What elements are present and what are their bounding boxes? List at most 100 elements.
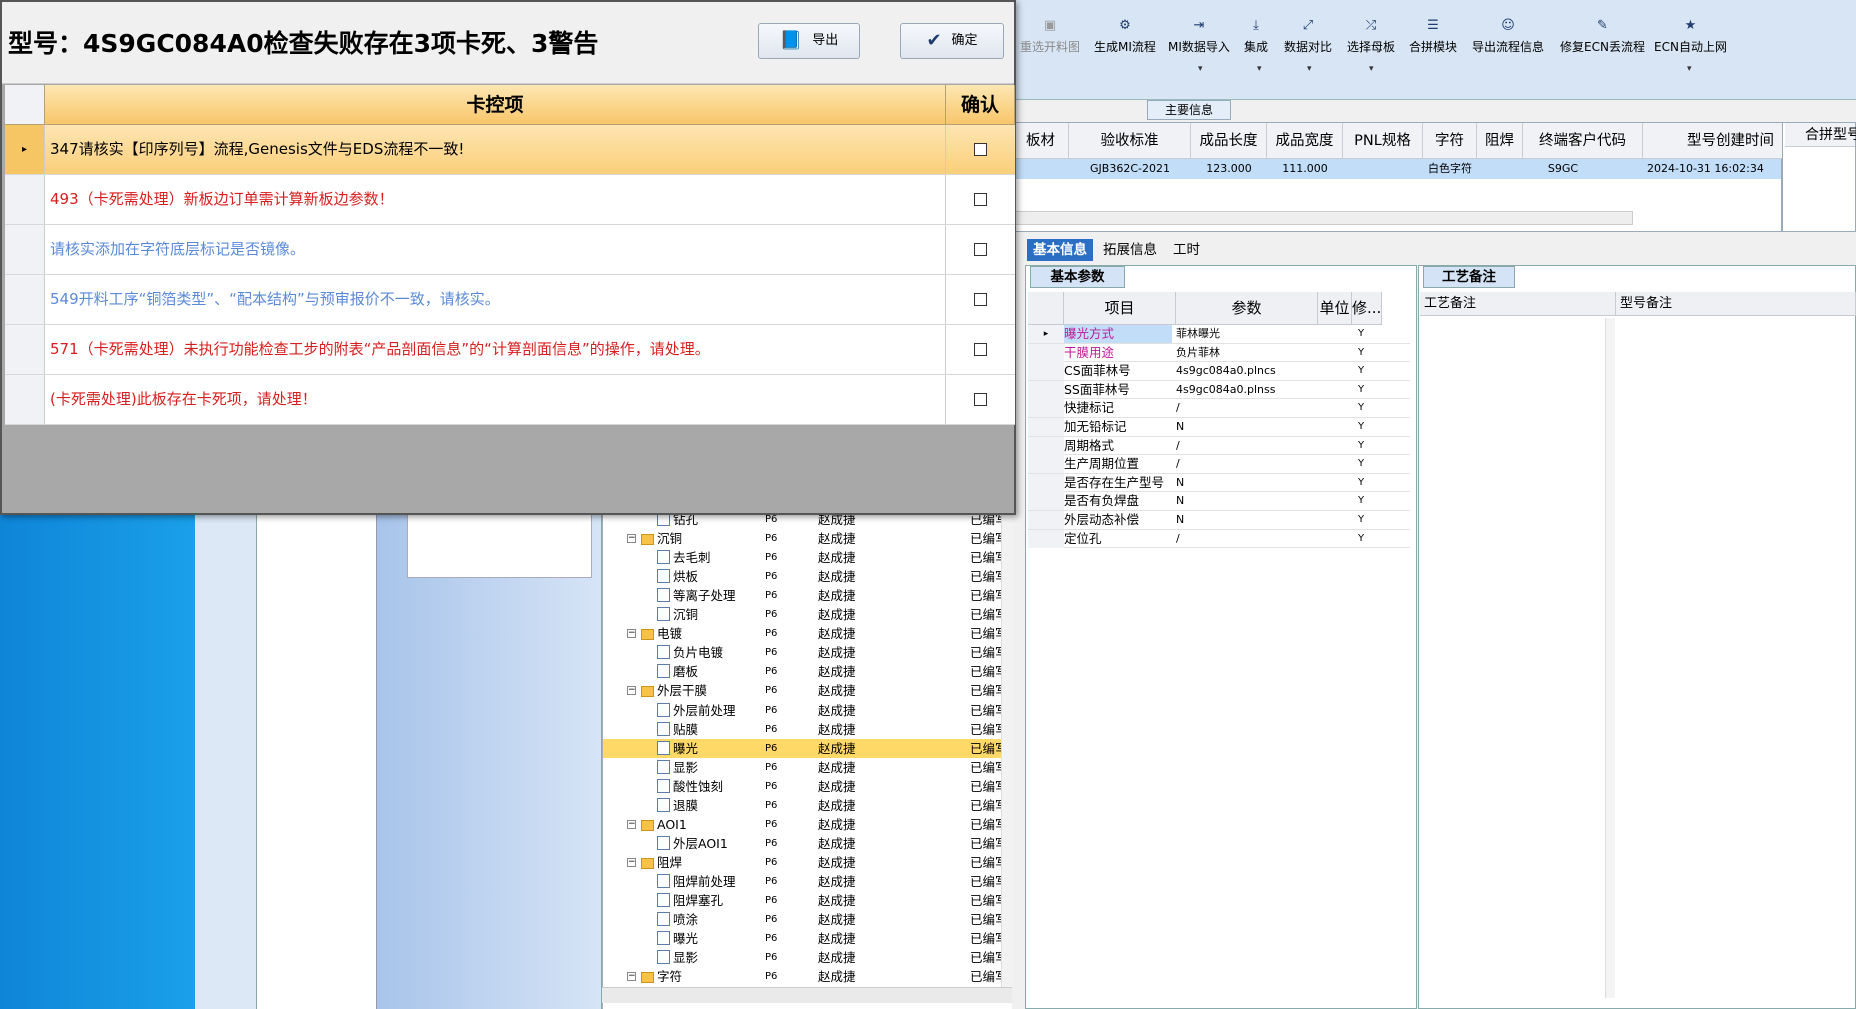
control-item-row[interactable]: 请核实添加在字符底层标记是否镜像。 xyxy=(5,225,1015,275)
header-char[interactable]: 字符 xyxy=(1423,123,1477,159)
param-row[interactable]: 是否有负焊盘 N Y xyxy=(1028,492,1410,511)
tree-node[interactable]: 阻焊前处理 P6 赵成捷 已编写 xyxy=(603,872,1012,891)
header-solder[interactable]: 阻焊 xyxy=(1477,123,1523,159)
control-item-row[interactable]: ▸ 347请核实【印序列号】流程,Genesis文件与EDS流程不一致! xyxy=(5,125,1015,175)
param-value[interactable]: / xyxy=(1176,399,1316,417)
control-item-row[interactable]: 549开料工序“铜箔类型”、“配本结构”与预审报价不一致，请核实。 xyxy=(5,275,1015,325)
param-value[interactable]: N xyxy=(1176,511,1316,529)
toolbar-mi-import-button[interactable]: ⇥ MI数据导入 xyxy=(1168,18,1230,55)
param-row[interactable]: 干膜用途 负片菲林 Y xyxy=(1028,343,1410,363)
collapse-toggle-icon[interactable]: − xyxy=(627,972,636,982)
param-value[interactable]: / xyxy=(1176,437,1316,455)
tree-node[interactable]: 显影 P6 赵成捷 已编写 xyxy=(603,758,1012,777)
param-value[interactable]: 4s9gc084a0.plncs xyxy=(1176,362,1316,380)
param-row[interactable]: CS面菲林号 4s9gc084a0.plncs Y xyxy=(1028,362,1410,381)
header-standard[interactable]: 验收标准 xyxy=(1069,123,1191,159)
control-item-row[interactable]: 493（卡死需处理）新板边订单需计算新板边参数！ xyxy=(5,175,1015,225)
tree-horizontal-scrollbar[interactable] xyxy=(602,987,1012,1003)
confirm-checkbox[interactable] xyxy=(974,293,987,306)
params-header-item[interactable]: 项目 xyxy=(1064,292,1176,325)
subtab-process-notes[interactable]: 工艺备注 xyxy=(1423,266,1515,288)
param-value[interactable]: 负片菲林 xyxy=(1176,344,1316,362)
params-header-modify[interactable]: 修... xyxy=(1352,292,1382,325)
tree-node[interactable]: 去毛刺 P6 赵成捷 已编写 xyxy=(603,548,1012,567)
tree-node[interactable]: 曝光 P6 赵成捷 已编写 xyxy=(603,929,1012,948)
grid-horizontal-scrollbar[interactable] xyxy=(1013,211,1633,225)
tree-node[interactable]: 磨板 P6 赵成捷 已编写 xyxy=(603,662,1012,681)
control-item-row[interactable]: (卡死需处理)此板存在卡死项，请处理！ xyxy=(5,375,1015,425)
confirm-checkbox[interactable] xyxy=(974,393,987,406)
header-customer[interactable]: 终端客户代码 xyxy=(1523,123,1643,159)
control-item-row[interactable]: 571（卡死需处理）未执行功能检查工步的附表“产品剖面信息”的“计算剖面信息”的… xyxy=(5,325,1015,375)
tree-node[interactable]: 阻焊塞孔 P6 赵成捷 已编写 xyxy=(603,891,1012,910)
subtab-basic-params[interactable]: 基本参数 xyxy=(1030,266,1125,288)
collapse-toggle-icon[interactable]: − xyxy=(627,534,636,544)
tree-node[interactable]: 外层AOI1 P6 赵成捷 已编写 xyxy=(603,834,1012,853)
ok-button[interactable]: ✔ 确定 xyxy=(900,23,1004,59)
tab-work-hours[interactable]: 工时 xyxy=(1167,239,1206,261)
chevron-down-icon[interactable]: ▾ xyxy=(1687,64,1692,74)
toolbar-generate-mi-button[interactable]: ⚙ 生成MI流程 xyxy=(1094,18,1156,55)
collapse-toggle-icon[interactable]: − xyxy=(627,629,636,639)
toolbar-reselect-layout-button[interactable]: ▣ 重选开料图 xyxy=(1020,18,1080,55)
tree-node[interactable]: 沉铜 P6 赵成捷 已编写 xyxy=(603,605,1012,624)
collapse-toggle-icon[interactable]: − xyxy=(627,819,636,829)
param-value[interactable]: N xyxy=(1176,418,1316,436)
tree-node[interactable]: − 外层干膜 P6 赵成捷 已编写 xyxy=(603,681,1012,700)
param-value[interactable]: 4s9gc084a0.plnss xyxy=(1176,381,1316,399)
tree-node[interactable]: 烘板 P6 赵成捷 已编写 xyxy=(603,567,1012,586)
tree-node[interactable]: 喷涂 P6 赵成捷 已编写 xyxy=(603,910,1012,929)
tree-node[interactable]: 退膜 P6 赵成捷 已编写 xyxy=(603,796,1012,815)
param-row[interactable]: 外层动态补偿 N Y xyxy=(1028,511,1410,530)
export-button[interactable]: 📘 导出 xyxy=(758,23,860,59)
param-row[interactable]: ▸ 曝光方式 菲林曝光 Y xyxy=(1028,325,1410,344)
header-width[interactable]: 成品宽度 xyxy=(1267,123,1343,159)
tree-node[interactable]: 贴膜 P6 赵成捷 已编写 xyxy=(603,720,1012,739)
tree-node[interactable]: − 字符 P6 赵成捷 已编写 xyxy=(603,967,1012,986)
tree-node[interactable]: − 阻焊 P6 赵成捷 已编写 xyxy=(603,853,1012,872)
chevron-down-icon[interactable]: ▾ xyxy=(1198,64,1203,74)
chevron-down-icon[interactable]: ▾ xyxy=(1257,64,1262,74)
tree-vertical-scrollbar[interactable] xyxy=(1001,515,1013,987)
header-pnl[interactable]: PNL规格 xyxy=(1343,123,1423,159)
chevron-down-icon[interactable]: ▾ xyxy=(1307,64,1312,74)
tree-node[interactable]: − 沉铜 P6 赵成捷 已编写 xyxy=(603,529,1012,548)
notes-scrollbar[interactable] xyxy=(1605,318,1615,998)
param-value[interactable]: / xyxy=(1176,530,1316,548)
header-board[interactable]: 板材 xyxy=(1013,123,1069,159)
toolbar-integrate-button[interactable]: ⤓ 集成 xyxy=(1244,18,1268,55)
confirm-checkbox[interactable] xyxy=(974,143,987,156)
param-value[interactable]: 菲林曝光 xyxy=(1176,325,1316,343)
toolbar-select-mother-board-button[interactable]: ⤮ 选择母板 xyxy=(1347,18,1395,55)
param-row[interactable]: 是否存在生产型号 N Y xyxy=(1028,473,1410,493)
toolbar-ecn-auto-button[interactable]: ★ ECN自动上网 xyxy=(1654,18,1727,55)
process-notes-header[interactable]: 工艺备注 xyxy=(1420,292,1616,316)
model-notes-header[interactable]: 型号备注 xyxy=(1616,292,1856,316)
toolbar-compare-button[interactable]: ⤢ 数据对比 xyxy=(1284,18,1332,55)
toolbar-export-flow-button[interactable]: ☺ 导出流程信息 xyxy=(1472,18,1544,55)
tree-node[interactable]: − AOI1 P6 赵成捷 已编写 xyxy=(603,815,1012,834)
header-control-item[interactable]: 卡控项 xyxy=(45,85,946,125)
tree-node[interactable]: 显影 P6 赵成捷 已编写 xyxy=(603,948,1012,967)
param-row[interactable]: 周期格式 / Y xyxy=(1028,436,1410,456)
param-value[interactable]: N xyxy=(1176,474,1316,492)
param-row[interactable]: SS面菲林号 4s9gc084a0.plnss Y xyxy=(1028,380,1410,400)
collapse-toggle-icon[interactable]: − xyxy=(627,686,636,696)
confirm-checkbox[interactable] xyxy=(974,243,987,256)
param-row[interactable]: 快捷标记 / Y xyxy=(1028,399,1410,418)
main-info-grid[interactable]: 板材 验收标准 成品长度 成品宽度 PNL规格 字符 阻焊 终端客户代码 型号创… xyxy=(1012,122,1783,232)
tree-node[interactable]: 酸性蚀刻 P6 赵成捷 已编写 xyxy=(603,777,1012,796)
tree-node[interactable]: 等离子处理 P6 赵成捷 已编写 xyxy=(603,586,1012,605)
param-row[interactable]: 加无铅标记 N Y xyxy=(1028,418,1410,437)
param-row[interactable]: 定位孔 / Y xyxy=(1028,529,1410,549)
params-grid[interactable]: 项目 参数 单位 修... ▸ 曝光方式 菲林曝光 Y 干膜用途 负片菲林 Y CS面菲林号 4… xyxy=(1028,292,1410,592)
header-length[interactable]: 成品长度 xyxy=(1191,123,1267,159)
tree-node[interactable]: 曝光 P6 赵成捷 已编写 xyxy=(603,738,1012,758)
param-value[interactable]: N xyxy=(1176,492,1316,510)
toolbar-merge-module-button[interactable]: ☰ 合拼模块 xyxy=(1409,18,1457,55)
collapse-toggle-icon[interactable]: − xyxy=(627,857,636,867)
param-row[interactable]: 生产周期位置 / Y xyxy=(1028,455,1410,474)
toolbar-fix-ecn-button[interactable]: ✎ 修复ECN丢流程 xyxy=(1560,18,1645,55)
params-header-value[interactable]: 参数 xyxy=(1176,292,1318,325)
confirm-checkbox[interactable] xyxy=(974,193,987,206)
